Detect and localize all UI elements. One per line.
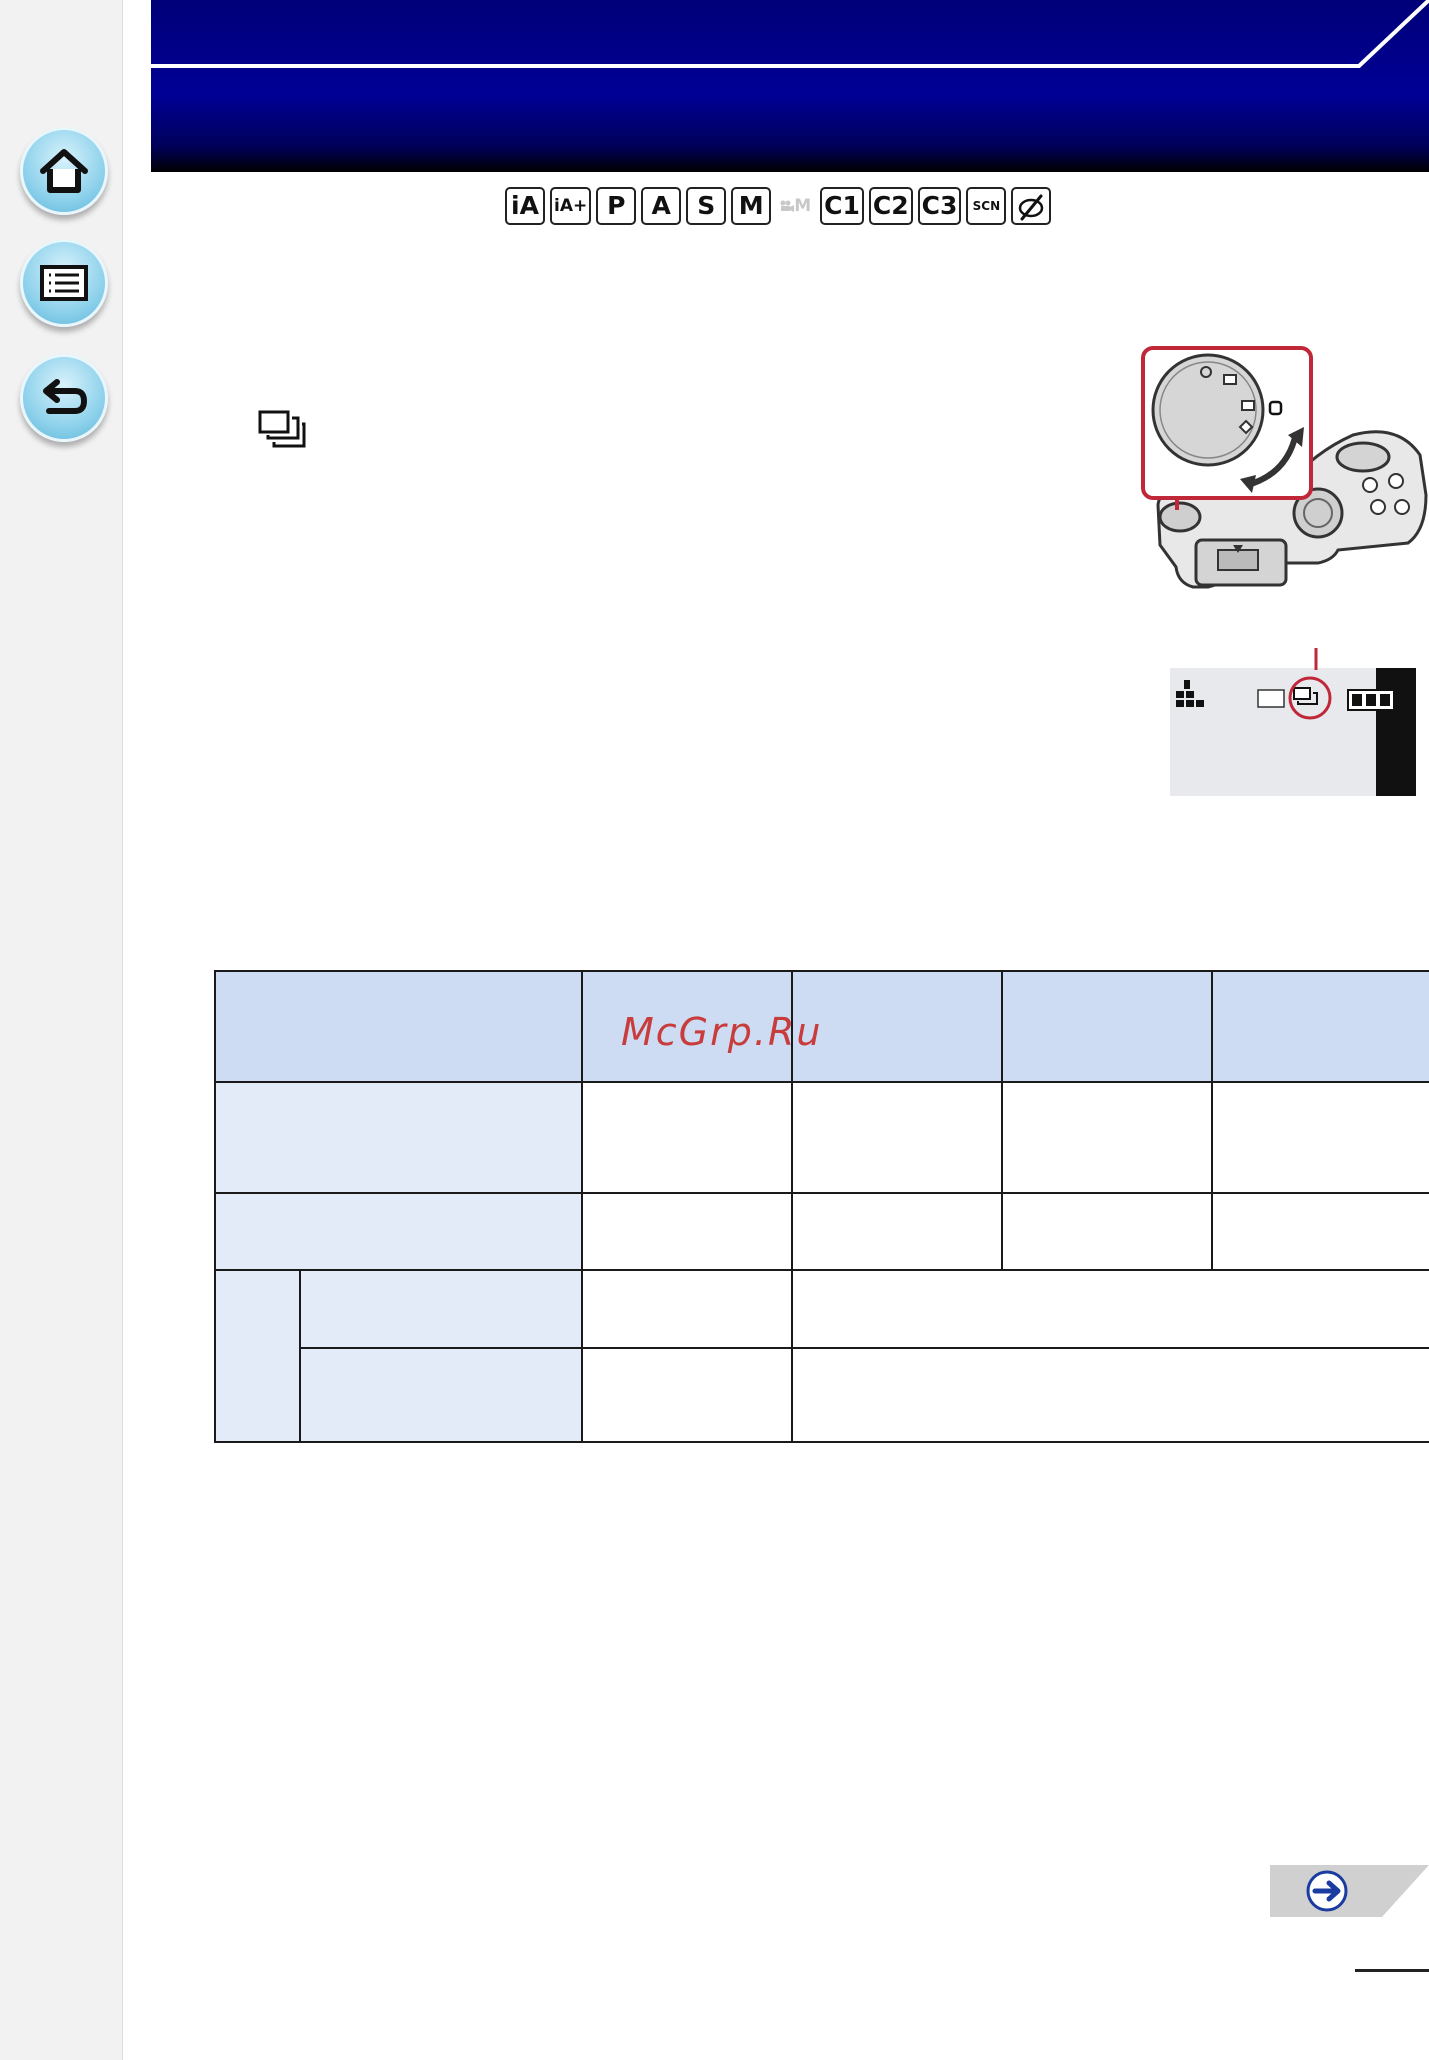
mode-icon-scn: SCN (966, 187, 1007, 225)
mode-icon-c2: C2 (868, 187, 913, 225)
table-cell (1211, 1081, 1429, 1194)
mode-icon-ia-plus: iA+ (550, 187, 592, 225)
lcd-screen-illustration (1170, 648, 1416, 796)
table-merged-cell (791, 1347, 1429, 1443)
contents-button[interactable] (20, 239, 108, 327)
table-cell (581, 1081, 793, 1194)
table-cell (581, 1347, 793, 1443)
table-header-cell (214, 970, 583, 1083)
table-row (215, 1347, 1429, 1443)
table-row-label-cell (214, 1192, 583, 1271)
table-row (214, 1269, 1429, 1443)
mode-icon-ia: iA (505, 187, 545, 225)
page-number-rule (1355, 1969, 1429, 1972)
next-page-tab-shape (1270, 1865, 1429, 1917)
table-row-label-cell (214, 1081, 583, 1194)
table-cell (1001, 1192, 1213, 1271)
table-cell (791, 1081, 1003, 1194)
paint-palette-icon (1019, 194, 1044, 221)
next-page-button[interactable] (1270, 1865, 1429, 1917)
drive-mode-dial-illustration (1138, 345, 1428, 595)
table-row-label-cell (299, 1269, 583, 1349)
left-navigation-sidebar (0, 0, 123, 2060)
home-button[interactable] (20, 127, 108, 215)
return-arrow-icon (43, 379, 88, 414)
recording-mode-icons: iA iA+ P A S M M C1 C2 C3 SCN (505, 186, 1052, 226)
table-header-cell (1211, 970, 1429, 1083)
table-merged-cell (791, 1269, 1429, 1349)
movie-camera-icon (780, 200, 795, 212)
table-row (214, 1192, 1429, 1271)
table-group-label-cell (214, 1269, 301, 1443)
mode-icon-m: M (731, 187, 772, 225)
mode-icon-c3: C3 (917, 187, 962, 225)
table-cell (581, 1269, 793, 1349)
home-icon (40, 149, 88, 193)
table-cell (581, 1192, 793, 1271)
mode-icon-a: A (641, 187, 682, 225)
mode-icon-movie-m-disabled: M (776, 196, 815, 216)
mode-icon-movie-m-label: M (794, 196, 812, 216)
burst-mode-icon (258, 410, 306, 454)
table-cell (1211, 1192, 1429, 1271)
mode-icon-s: S (686, 187, 727, 225)
mode-icon-p: P (596, 187, 637, 225)
back-button[interactable] (20, 354, 108, 442)
list-icon (40, 265, 88, 301)
table-cell (1001, 1081, 1213, 1194)
table-cell (791, 1192, 1003, 1271)
table-header-cell (791, 970, 1003, 1083)
chapter-header-band (151, 0, 1429, 172)
watermark-text: McGrp.Ru (621, 1010, 823, 1054)
table-row (214, 1081, 1429, 1194)
table-row-label-cell (299, 1347, 583, 1443)
table-header-cell (1001, 970, 1213, 1083)
mode-icon-creative-control (1011, 187, 1052, 225)
mode-icon-c1: C1 (820, 187, 864, 225)
